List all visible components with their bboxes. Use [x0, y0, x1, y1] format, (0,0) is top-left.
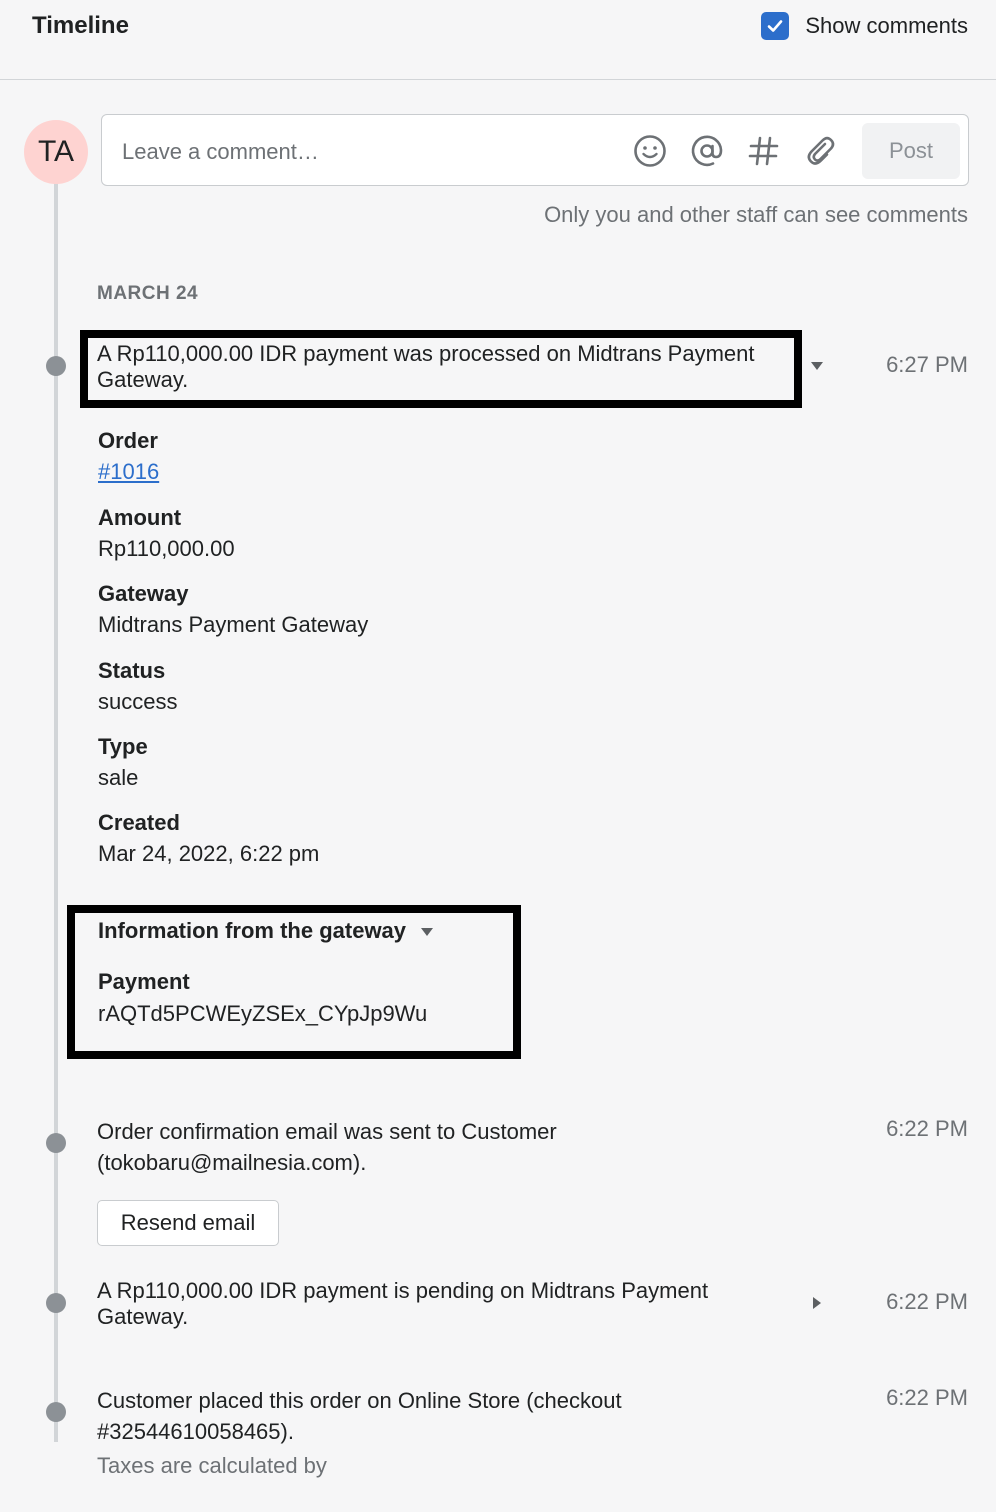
detail-value-type: sale	[98, 765, 139, 790]
event-text-line: (tokobaru@mailnesia.com).	[97, 1150, 367, 1175]
comment-placeholder[interactable]: Leave a comment…	[122, 139, 319, 165]
detail-value-amount: Rp110,000.00	[98, 536, 235, 561]
attachment-icon[interactable]	[803, 133, 839, 169]
page-title: Timeline	[32, 12, 129, 39]
gateway-info-heading[interactable]: Information from the gateway	[98, 918, 406, 943]
gateway-info-toggle[interactable]: Information from the gateway	[98, 918, 434, 944]
event-text-line: Customer placed this order on Online Sto…	[97, 1388, 622, 1413]
show-comments-label[interactable]: Show comments	[805, 13, 968, 39]
detail-value-status: success	[98, 689, 178, 714]
timeline-dot	[46, 1293, 66, 1313]
show-comments-toggle[interactable]: Show comments	[761, 12, 968, 40]
order-link[interactable]: #1016	[98, 459, 159, 485]
event-time: 6:27 PM	[886, 352, 968, 377]
event-time: 6:22 PM	[886, 1116, 968, 1141]
hashtag-icon[interactable]	[746, 133, 782, 169]
detail-label-status: Status	[98, 658, 166, 683]
detail-label-created: Created	[98, 810, 180, 835]
detail-value-gateway: Midtrans Payment Gateway	[98, 612, 369, 637]
avatar: TA	[24, 120, 88, 184]
checkmark-icon	[768, 20, 783, 32]
event-time: 6:22 PM	[886, 1289, 968, 1314]
date-heading: MARCH 24	[97, 283, 199, 304]
event-text: Order confirmation email was sent to Cus…	[97, 1116, 557, 1178]
caret-down-icon[interactable]	[810, 361, 824, 371]
gateway-info-label: Payment	[98, 969, 190, 994]
detail-label-gateway: Gateway	[98, 581, 189, 606]
event-text-line: Order confirmation email was sent to Cus…	[97, 1119, 557, 1144]
event-text-line: #32544610058465).	[97, 1419, 294, 1444]
event-time: 6:22 PM	[886, 1385, 968, 1410]
staff-note: Only you and other staff can see comment…	[544, 202, 968, 227]
detail-label-type: Type	[98, 734, 148, 759]
caret-down-icon[interactable]	[420, 927, 434, 937]
detail-value-created: Mar 24, 2022, 6:22 pm	[98, 841, 320, 866]
event-text-line: A Rp110,000.00 IDR payment is pending on…	[97, 1278, 709, 1303]
post-button[interactable]: Post	[862, 123, 960, 179]
timeline-dot	[46, 1133, 66, 1153]
event-subtext: Taxes are calculated by	[97, 1453, 327, 1478]
event-text-line: Gateway.	[97, 1304, 189, 1329]
timeline-header: Timeline Show comments	[0, 0, 996, 80]
show-comments-checkbox[interactable]	[761, 12, 790, 40]
event-text: A Rp110,000.00 IDR payment was processed…	[97, 341, 755, 392]
resend-email-button[interactable]: Resend email	[97, 1200, 279, 1246]
timeline-dot	[46, 356, 66, 376]
caret-right-icon[interactable]	[812, 1296, 822, 1310]
event-text: A Rp110,000.00 IDR payment is pending on…	[97, 1278, 708, 1330]
detail-label-amount: Amount	[98, 505, 182, 530]
gateway-info-value: rAQTd5PCWEyZSEx_CYpJp9Wu	[98, 1001, 428, 1026]
emoji-icon[interactable]	[632, 133, 668, 169]
comment-input[interactable]: Leave a comment… Post	[101, 114, 969, 186]
timeline-dot	[46, 1402, 66, 1422]
event-text: Customer placed this order on Online Sto…	[97, 1385, 622, 1481]
mention-icon[interactable]	[689, 133, 725, 169]
detail-label-order: Order	[98, 428, 158, 453]
